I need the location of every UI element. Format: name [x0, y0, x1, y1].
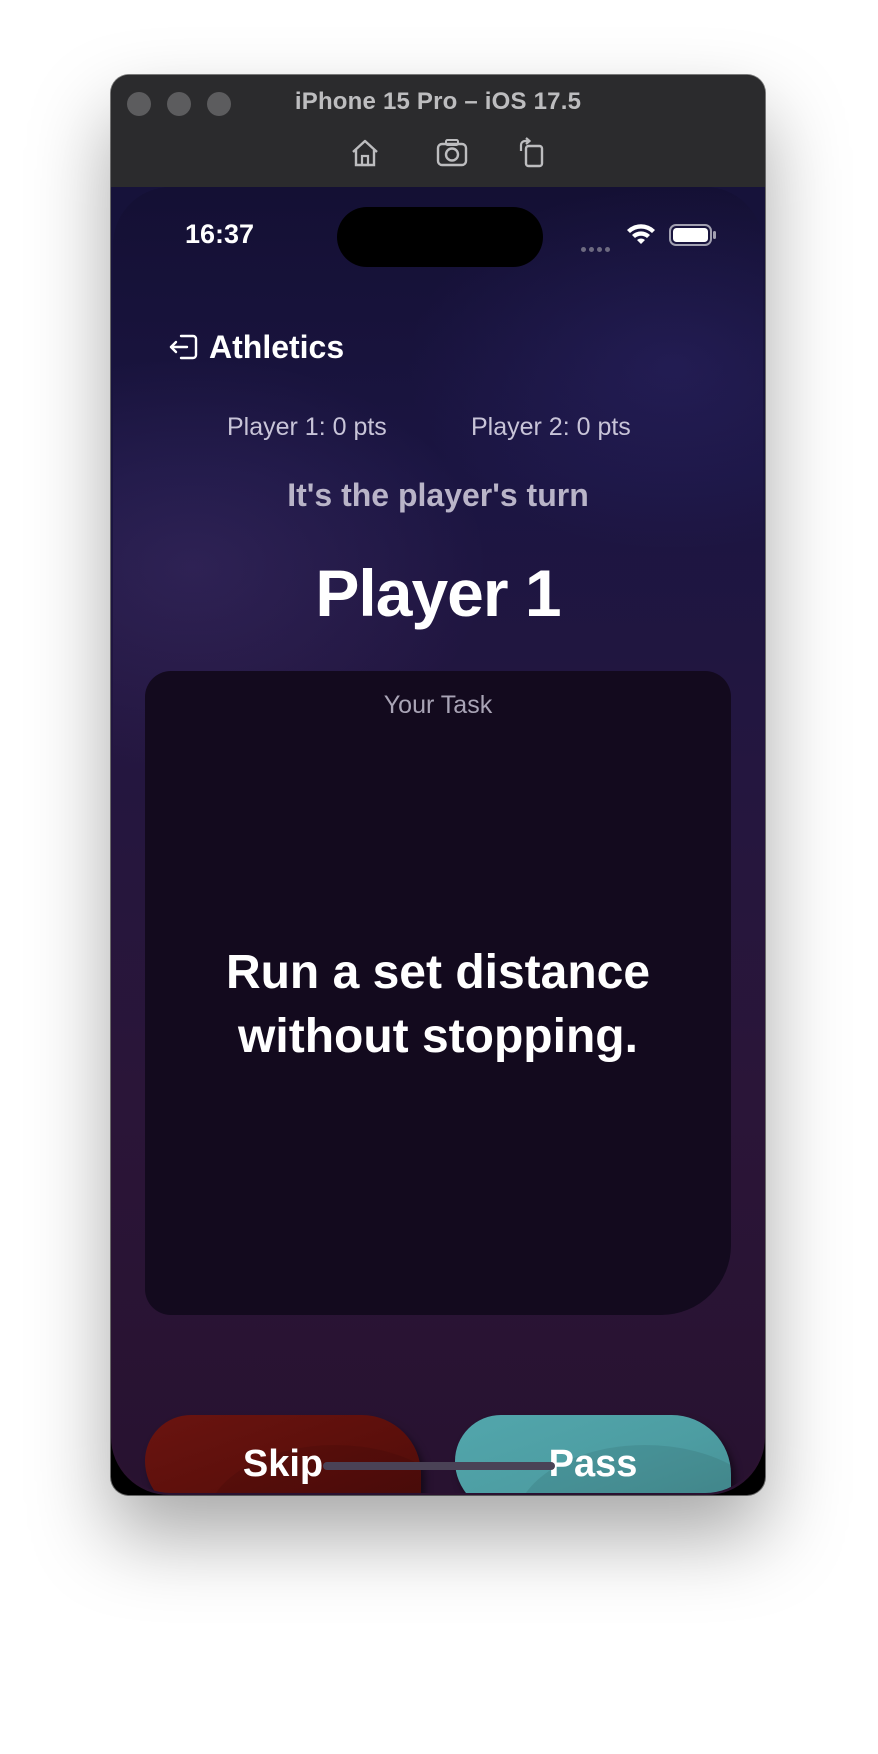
current-player: Player 1: [315, 556, 561, 630]
simulator-title: iPhone 15 Pro – iOS 17.5: [294, 88, 582, 115]
back-label: Athletics: [209, 328, 345, 365]
signal-icon: [581, 239, 613, 257]
dynamic-island: [337, 207, 543, 267]
back-button[interactable]: Athletics: [167, 327, 344, 367]
app-background: 16:37 Athletics Player 1: 0 pts Player 2…: [113, 187, 763, 1493]
battery-icon: [669, 224, 716, 246]
rotate-icon[interactable]: [513, 135, 549, 171]
skip-button[interactable]: Skip: [145, 1415, 421, 1493]
status-time: 16:37: [185, 219, 255, 249]
screenshot-icon[interactable]: [434, 135, 470, 171]
task-label: Your Task: [383, 691, 493, 719]
turn-prompt: It's the player's turn: [287, 477, 589, 513]
exit-icon: [169, 334, 198, 360]
device-screen: 16:37 Athletics Player 1: 0 pts Player 2…: [111, 187, 765, 1495]
task-text: Run a set distance without stopping.: [225, 946, 651, 1063]
pass-button[interactable]: Pass: [455, 1415, 731, 1493]
simulator-title-bar: iPhone 15 Pro – iOS 17.5: [111, 75, 765, 188]
player-2-score: Player 2: 0 pts: [471, 413, 631, 441]
simulator-window: iPhone 15 Pro – iOS 17.5 16:37 Athletics…: [111, 75, 765, 1495]
task-card: Your Task Run a set distance without sto…: [145, 671, 731, 1315]
home-indicator[interactable]: [323, 1462, 555, 1470]
wifi-icon: [627, 224, 655, 244]
player-1-score: Player 1: 0 pts: [227, 413, 387, 441]
home-icon[interactable]: [347, 135, 383, 171]
